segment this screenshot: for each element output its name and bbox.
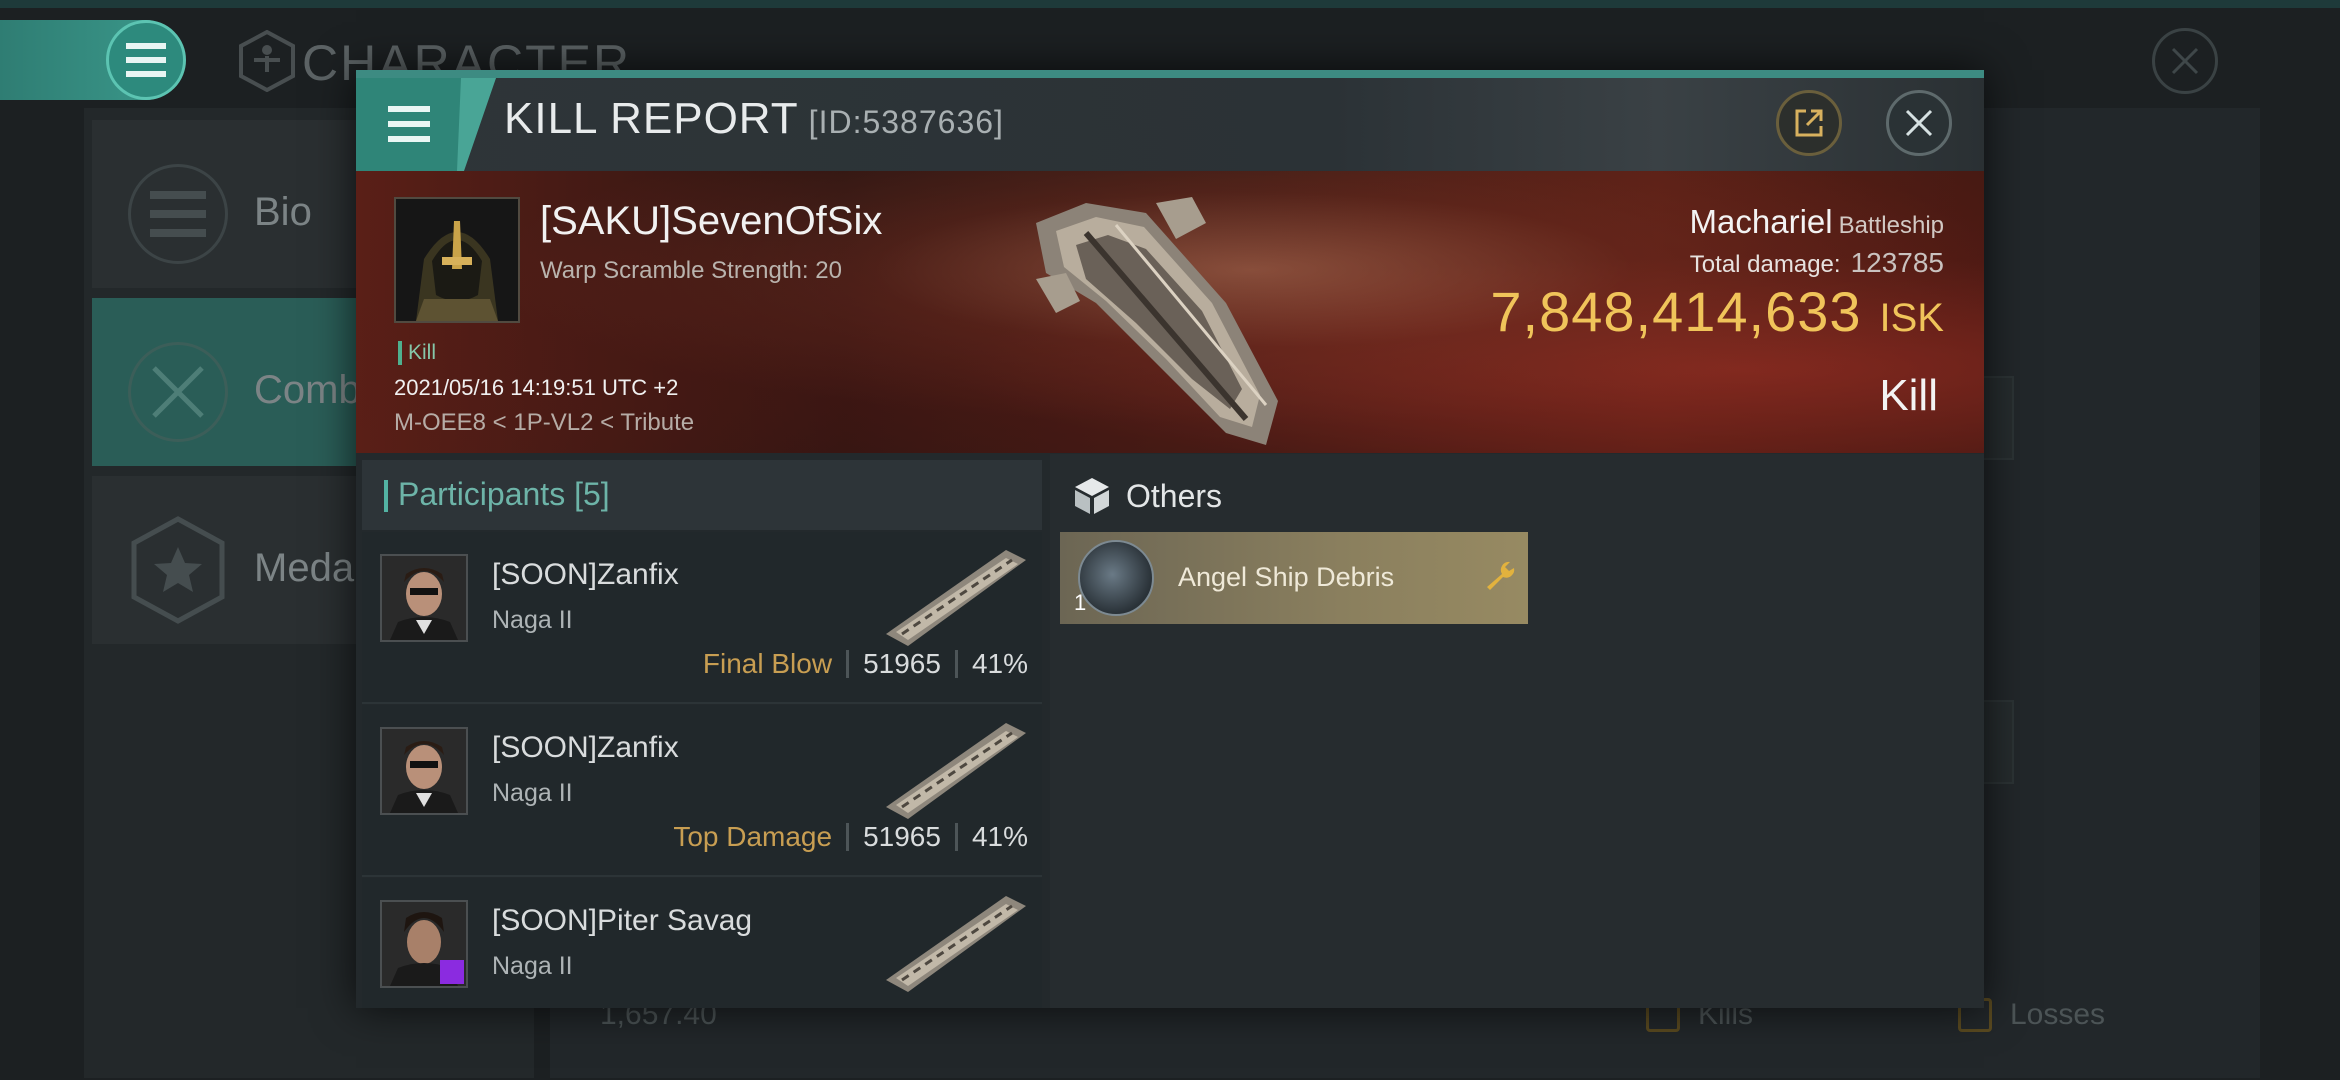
window-accent-bar [356,70,1984,78]
kill-banner: [SAKU]SevenOfSix Warp Scramble Strength:… [356,171,1984,453]
participant-percent: 41% [971,821,1028,852]
close-button[interactable] [1886,90,1952,156]
weapon-icon [886,550,1026,646]
participant-avatar[interactable] [380,727,468,815]
participant-avatar[interactable] [380,554,468,642]
kill-report-id: [ID:5387636] [808,104,1004,140]
total-damage-label: Total damage: [1689,251,1841,278]
header-accent-bar [384,480,388,512]
item-name: Angel Ship Debris [1178,562,1395,592]
machariel-ship-icon[interactable] [1016,183,1326,453]
participant-row[interactable]: [SOON]Zanfix Naga II Final Blow 51965 41… [362,532,1042,704]
kill-location[interactable]: M-OEE8 < 1P-VL2 < Tribute [394,409,694,437]
participant-stats: Top Damage 51965 41% [673,821,1028,853]
wrench-icon [1487,561,1515,590]
sidebar-item-label: Comb [254,368,361,412]
pilot-avatar-icon [382,556,466,640]
participant-damage: 51965 [863,821,941,852]
participants-count: [5] [574,476,610,512]
item-quantity: 1 [1074,590,1087,615]
isk-value: 7,848,414,633 [1490,280,1862,343]
divider [954,650,958,678]
pilot-avatar-icon [396,199,518,321]
participant-role: Top Damage [673,821,833,852]
sidebar-item-label: Medal [254,546,363,590]
participant-name[interactable]: [SOON]Zanfix [492,731,679,765]
participants-label: Participants [398,476,566,512]
window-title: KILL REPORT [ID:5387636] [504,94,1004,144]
isk-unit: ISK [1879,296,1944,340]
dropped-item-card[interactable]: 1 Angel Ship Debris [1060,532,1528,624]
ship-class: Battleship [1838,212,1944,239]
corp-badge-icon [440,960,464,984]
participant-name[interactable]: [SOON]Piter Savag [492,904,752,938]
top-strip [0,0,2340,8]
participant-damage: 51965 [863,648,941,679]
participant-stats: Final Blow 51965 41% [703,648,1028,680]
participant-ship: Naga II [492,952,573,980]
close-icon [2171,47,2199,75]
debris-item-icon [1078,540,1154,616]
victim-portrait[interactable] [394,197,520,323]
participant-row[interactable]: [SOON]Piter Savag Naga II [362,878,1042,1008]
hamburger-icon [388,78,502,171]
isk-value-line: 7,848,414,633 ISK [1490,279,1944,344]
cube-icon [1075,478,1109,514]
participant-percent: 41% [971,648,1028,679]
victim-name[interactable]: [SAKU]SevenOfSix [540,199,882,244]
pilot-avatar-icon [382,729,466,813]
kill-result: Kill [1879,371,1938,420]
others-label: Others [1126,478,1223,514]
participants-title: Participants [5] [398,476,610,513]
divider [846,650,850,678]
main-menu-button[interactable] [106,20,186,100]
divider [846,823,850,851]
sidebar-item-label: Bio [254,190,312,234]
kill-tag: Kill [398,341,436,365]
participant-avatar[interactable] [380,900,468,988]
ship-name[interactable]: Machariel [1690,203,1833,240]
hamburger-icon [126,43,166,77]
participant-row[interactable]: [SOON]Zanfix Naga II Top Damage 51965 41… [362,705,1042,877]
victim-subtitle: Warp Scramble Strength: 20 [540,257,842,284]
close-icon [1905,109,1933,137]
ship-name-line: Machariel Battleship [1690,203,1944,241]
participant-name[interactable]: [SOON]Zanfix [492,558,679,592]
share-button[interactable] [1776,90,1842,156]
weapon-icon [886,723,1026,819]
weapon-icon [886,896,1026,992]
list-icon [128,164,228,264]
losses-label: Losses [2010,998,2106,1031]
participant-ship: Naga II [492,606,573,634]
participants-header: Participants [5] [362,460,1042,530]
kill-datetime: 2021/05/16 14:19:51 UTC +2 [394,375,679,400]
divider [954,823,958,851]
participant-role: Final Blow [702,648,833,679]
kill-report-window: KILL REPORT [ID:5387636] [SAKU]SevenOfSix [356,70,1984,1008]
background-close-button[interactable] [2152,28,2218,94]
total-damage-value: 123785 [1850,247,1944,278]
participant-ship: Naga II [492,779,573,807]
character-logo-icon [239,30,295,92]
star-medal-icon [128,516,228,624]
share-icon [1795,109,1823,137]
kill-report-title: KILL REPORT [504,94,799,143]
crossed-swords-icon [128,342,228,442]
total-damage-line: Total damage: 123785 [1690,247,1944,279]
